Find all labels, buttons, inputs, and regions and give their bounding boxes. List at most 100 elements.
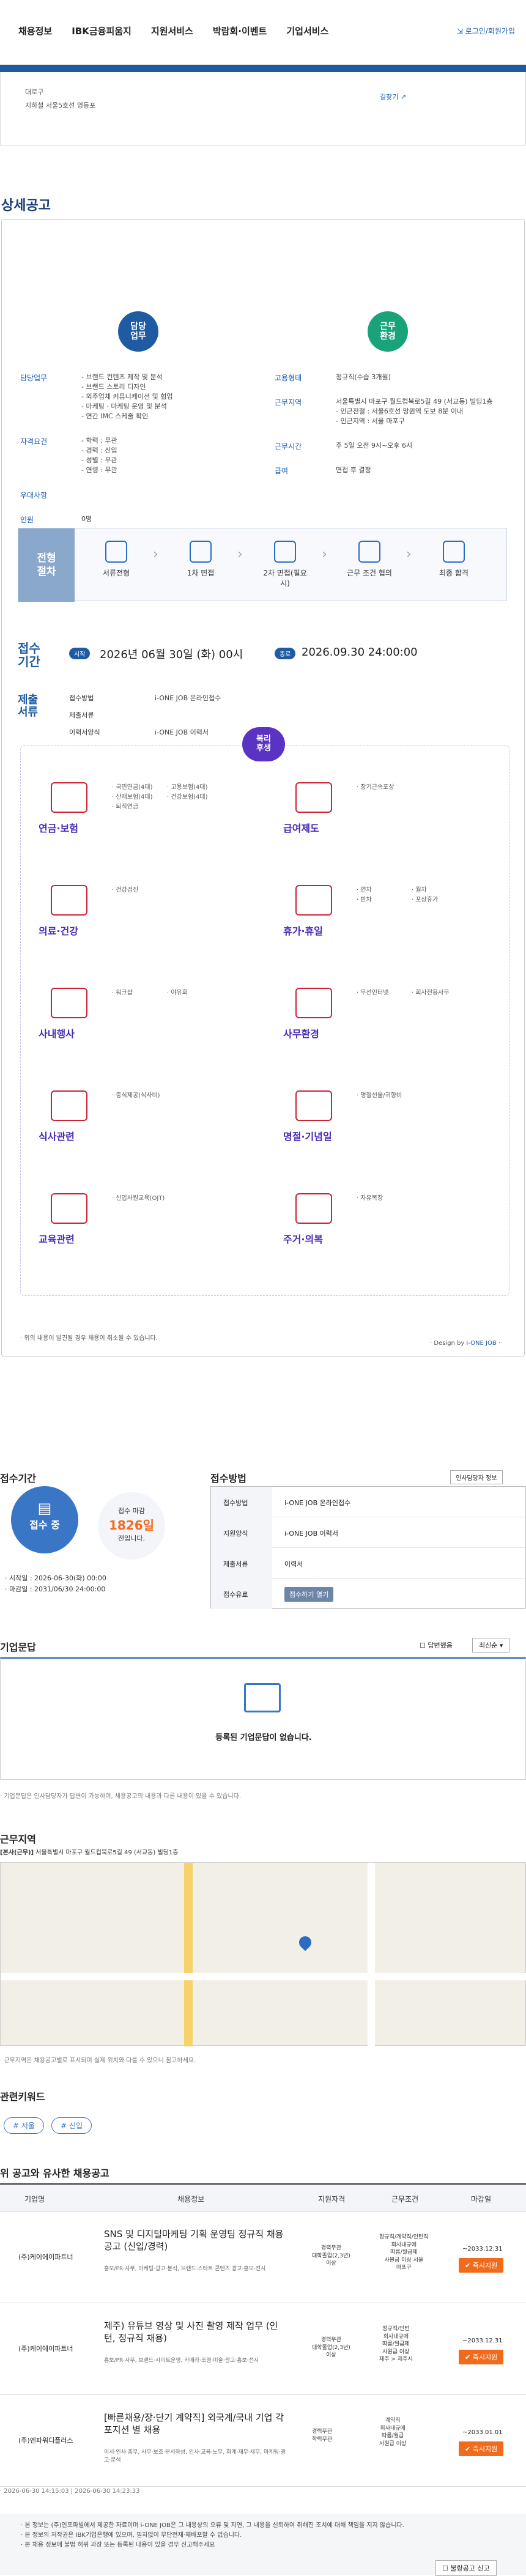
job-title[interactable]: SNS 및 디지털마케팅 기획 운영팀 정규직 채용 공고 (신입/경력) [104, 2229, 287, 2252]
job-condition: 정규직/계약직/인턴직 회사내규에 따름/월급제 사원급 이상 서울 마포구 [379, 2234, 429, 2271]
menu-item-company[interactable]: 기업서비스 [286, 24, 328, 37]
row-value: - 브랜드 스토리 디자인 [81, 383, 146, 391]
qa-checkbox[interactable]: ☐ 답변했음 [420, 1640, 453, 1650]
process-box: 전형 절차 서류전형 › 1차 면접 › 2차 면접(필요 시) › 근무 조건 협의 › 최종… [18, 528, 507, 602]
method-title: 접수방법 [210, 1473, 246, 1484]
row-value: - 성별 : 무관 [81, 456, 117, 464]
status-circle: ▤ 접수 중 [11, 1486, 78, 1553]
company-name[interactable]: (주)케이에이파트너 [18, 2252, 73, 2262]
benefit-title: 연금·보험 [39, 823, 78, 834]
apply-now-button[interactable]: ✔ 즉시지원 [459, 2258, 504, 2273]
chevron-right-icon: › [322, 547, 327, 562]
benefit-item: · 자유복장 [357, 1195, 383, 1202]
step-icon [105, 541, 127, 563]
method-value: 이력서 [284, 1560, 303, 1568]
chevron-right-icon: › [406, 547, 412, 562]
keyword-tag[interactable]: # 서울 [4, 2117, 44, 2134]
apply-open-button[interactable]: 접수하기 열기 [284, 1587, 334, 1602]
doc-row: 제출서류 [69, 708, 497, 725]
company-name[interactable]: (주)케이에이파트너 [18, 2344, 73, 2353]
map-marker-icon [296, 1933, 314, 1952]
map-road-h [1, 1973, 526, 1980]
job-title[interactable]: 제주) 유튜브 영상 및 사진 촬영 제작 업무 (인턴, 정규직 채용) [104, 2320, 287, 2344]
detail-panel: 담당 업무 근무 환경 담당업무 - 브랜드 컨텐츠 제작 및 분석 - 브랜드 스… [1, 219, 525, 1356]
row-value: 주 5일 오전 9시~오후 6시 [336, 442, 413, 450]
hr-info-button[interactable]: 인사담당자 정보 [450, 1470, 503, 1484]
benefit-item: · 야유회 [167, 990, 188, 996]
benefit-icon [51, 1090, 87, 1121]
method-row: 제출서류 이력서 [211, 1548, 525, 1579]
row-value: - 외주업체 커뮤니케이션 및 협업 [81, 393, 173, 401]
apply-now-button[interactable]: ✔ 즉시지원 [459, 2350, 504, 2364]
start-date: 2026년 06월 30일 (화) 00시 [100, 648, 243, 661]
step-label: 1차 면접 [187, 569, 215, 577]
benefit-icon [295, 1090, 332, 1121]
period-label: 접수 기간 [18, 641, 40, 669]
menu-item-ibk[interactable]: IBK금융피움지 [72, 24, 132, 37]
row-label: 우대사항 [20, 491, 48, 500]
keyword-tag[interactable]: # 신입 [51, 2117, 92, 2134]
benefit-item: · 포상휴가 [412, 897, 439, 903]
method-value: i-ONE JOB 이력서 [284, 1530, 338, 1538]
row-value: 면접 후 결정 [336, 466, 371, 474]
job-condition: 정규직/인턴 회사내규에 따름/월급제 사원급 이상 제주 > 제주시 [379, 2326, 413, 2363]
job-title[interactable]: [빠른채용/장·단기 계약직] 외국계/국내 기업 각 포지션 별 채용 [104, 2412, 287, 2436]
map-view[interactable] [0, 1862, 526, 2046]
benefit-title: 명절·기념일 [283, 1131, 332, 1142]
benefit-title: 사무환경 [283, 1028, 319, 1040]
benefit-icon [295, 885, 332, 916]
start-badge: 시작 [69, 648, 91, 659]
map-address: [본사(근무)] 서울특별시 마포구 월드컵북로5길 49 (서교동) 빌딩1층 [0, 1849, 179, 1856]
row-label: 담당업무 [20, 374, 48, 382]
detail-note: · 위의 내용이 발견될 경우 채용이 취소될 수 있습니다. [20, 1335, 158, 1342]
row-value: - 연령 : 무관 [81, 466, 117, 474]
menu-item-fair[interactable]: 박람회·이벤트 [213, 24, 267, 37]
apply-now-button[interactable]: ✔ 즉시지원 [459, 2441, 504, 2456]
end-date: 2026.09.30 24:00:00 [302, 646, 418, 659]
table-row: (주)엔파워디플러스 [빠른채용/장·단기 계약직] 외국계/국내 기업 각 포지… [0, 2395, 526, 2487]
location-address: 지하철 서울5호선 영등포 [25, 102, 96, 109]
login-link[interactable]: ⇲ 로그인/회원가입 [457, 26, 515, 36]
start-line: · 시작일 : 2026-06-30(화) 00:00 [5, 1574, 106, 1582]
benefit-item: · 국민연금(4대) [112, 784, 153, 791]
qa-box: 등록된 기업문답이 없습니다. [0, 1657, 526, 1780]
method-table: 접수방법 i-ONE JOB 온라인접수 지원양식 i-ONE JOB 이력서제출서류… [210, 1486, 526, 1609]
benefit-item: · 회사전용사무 [412, 990, 450, 996]
benefit-item: · 퇴직연금 [112, 804, 139, 810]
row-value: - 연간 IMC 스케줄 확인 [81, 412, 149, 420]
benefit-box [20, 746, 509, 1296]
report-button[interactable]: ☐ 불량공고 신고 [435, 2560, 497, 2576]
company-name[interactable]: (주)엔파워디플러스 [18, 2435, 73, 2445]
step-label: 서류전형 [102, 569, 130, 577]
benefit-item: · 건강보험(4대) [167, 794, 208, 801]
main-menu: 채용정보 IBK금융피움지 지원서비스 박람회·이벤트 기업서비스 [18, 24, 328, 37]
footer-note: · 본 정보는 (주)인포파빌에서 제공한 자료이며 i-ONE JOB은 그 … [21, 2522, 404, 2529]
menu-item-support[interactable]: 지원서비스 [151, 24, 193, 37]
condition-badge: 근무 환경 [368, 311, 408, 352]
end-badge: 종료 [275, 648, 296, 659]
directions-link[interactable]: 길찾기 ↗ [380, 92, 406, 102]
row-value: - 인근전철 : 서울6호선 망원역 도보 8분 이내 [336, 407, 464, 415]
benefit-title: 휴가·휴일 [283, 925, 323, 937]
login-icon: ⇲ [456, 27, 465, 35]
benefit-icon [295, 988, 332, 1018]
apply-label: 즉시지원 [472, 2445, 498, 2453]
row-value: - 브랜드 컨텐츠 제작 및 분석 [81, 373, 163, 381]
row-value: - 학력 : 무관 [81, 437, 117, 445]
table-row: (주)케이에이파트너 SNS 및 디지털마케팅 기획 운영팀 정규직 채용 공고 … [0, 2211, 526, 2303]
similar-header-cell: 지원자격 [318, 2195, 346, 2204]
method-key: 지원양식 [211, 1517, 272, 1548]
benefit-icon [51, 782, 87, 813]
method-row: 접수방법 i-ONE JOB 온라인접수 [211, 1487, 525, 1517]
apply-label: 즉시지원 [472, 2353, 498, 2361]
benefit-title: 의료·건강 [39, 925, 78, 937]
menu-item-jobs[interactable]: 채용정보 [18, 24, 52, 37]
row-label: 급여 [275, 467, 289, 475]
similar-table: 기업명 채용정보 지원자격 근무조건 마감일 (주)케이에이파트너 SNS 및 디지털마케팅… [0, 2183, 526, 2487]
qa-sort-select[interactable]: 최신순 ▾ [472, 1638, 510, 1653]
book-icon: ▤ [37, 1500, 52, 1517]
row-label: 고용형태 [275, 374, 302, 382]
qa-title: 기업문답 [0, 1641, 36, 1653]
similar-header-cell: 채용정보 [177, 2195, 205, 2204]
remain-circle: 접수 마감 1826일 전입니다. [98, 1492, 165, 1560]
